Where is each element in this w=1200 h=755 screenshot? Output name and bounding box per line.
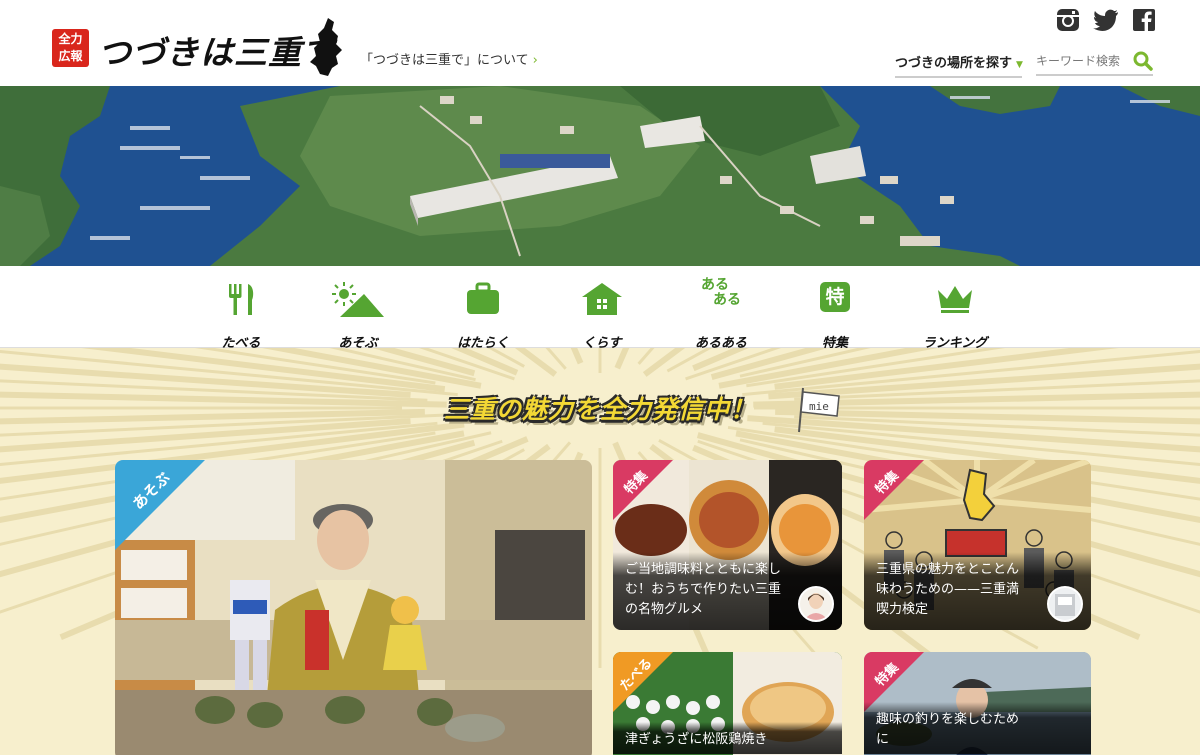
mie-map-logo-icon <box>310 18 342 76</box>
nav-item-aruaru[interactable]: ある ある あるある <box>681 276 761 352</box>
article-card[interactable]: 特集 ご当地調味料とともに楽しむ！おうちで作りたい三重の名物グルメ <box>613 460 842 630</box>
aruaru-glyph-top: ある <box>701 277 729 293</box>
hero-photo <box>0 86 1200 266</box>
facebook-icon[interactable] <box>1132 8 1156 32</box>
mie-flag-icon: mie <box>798 387 840 433</box>
special-glyph: 特 <box>825 286 845 308</box>
aruaru-icon: ある ある <box>701 278 741 308</box>
main-content: 三重の魅力を全力発信中！ mie あそぶ 特集 ご当地調味料とともに楽しむ！おう… <box>0 348 1200 755</box>
nav-item-kurasu[interactable]: くらす <box>562 276 642 351</box>
special-icon: 特 <box>820 282 850 312</box>
card-title: 趣味の釣りを楽しむために <box>864 702 1091 754</box>
logo-badge[interactable]: 全力 広報 <box>52 29 89 67</box>
author-avatar <box>1047 586 1083 622</box>
site-header: 全力 広報 つづきは三重で 「つづきは三重で」について › つづきの場所を探す ▼ <box>0 0 1200 86</box>
category-nav: たべる あそぶ はたらく くらす ある ある あるある 特 特集 ランキング <box>0 266 1200 352</box>
nav-item-tokushu[interactable]: 特 特集 <box>795 276 875 351</box>
house-icon <box>582 283 622 315</box>
keyword-search-input[interactable] <box>1036 50 1132 72</box>
search-icon[interactable] <box>1133 51 1153 71</box>
place-search-label: つづきの場所を探す <box>895 56 1013 71</box>
main-headline: 三重の魅力を全力発信中！ <box>443 395 756 424</box>
article-card[interactable]: たべる 津ぎょうざに松阪鶏焼き <box>613 652 842 755</box>
chevron-right-icon: › <box>532 53 538 68</box>
nav-item-taberu[interactable]: たべる <box>201 276 281 351</box>
about-link-label: 「つづきは三重で」について <box>360 53 529 68</box>
article-card-large[interactable]: あそぶ <box>115 460 592 755</box>
article-card[interactable]: 特集 三重県の魅力をとことん味わうための——三重満喫力検定 <box>864 460 1091 630</box>
author-avatar <box>798 586 834 622</box>
twitter-icon[interactable] <box>1093 8 1119 32</box>
keyword-search <box>1036 50 1153 76</box>
article-card[interactable]: 特集 趣味の釣りを楽しむために <box>864 652 1091 755</box>
nav-item-ranking[interactable]: ランキング <box>915 276 995 351</box>
logo-badge-line1: 全力 <box>58 32 83 46</box>
card-title: 津ぎょうざに松阪鶏焼き <box>613 722 842 754</box>
caret-down-icon: ▼ <box>1016 60 1023 70</box>
crown-icon <box>938 286 972 313</box>
flag-text: mie <box>809 400 829 413</box>
nav-item-asobu[interactable]: あそぶ <box>318 276 398 351</box>
logo-badge-line2: 広報 <box>58 49 83 63</box>
site-logo-text[interactable]: つづきは三重で <box>98 26 336 74</box>
nav-item-hataraku[interactable]: はたらく <box>443 276 523 351</box>
place-search-dropdown[interactable]: つづきの場所を探す ▼ <box>895 52 1023 78</box>
instagram-icon[interactable] <box>1056 8 1080 32</box>
briefcase-icon <box>467 282 499 314</box>
about-link[interactable]: 「つづきは三重で」について › <box>360 49 538 68</box>
hero-bay-illustration <box>0 86 1200 266</box>
fork-knife-icon <box>229 284 254 315</box>
sun-mountain-icon <box>332 282 384 317</box>
aruaru-glyph-bottom: ある <box>713 292 741 308</box>
